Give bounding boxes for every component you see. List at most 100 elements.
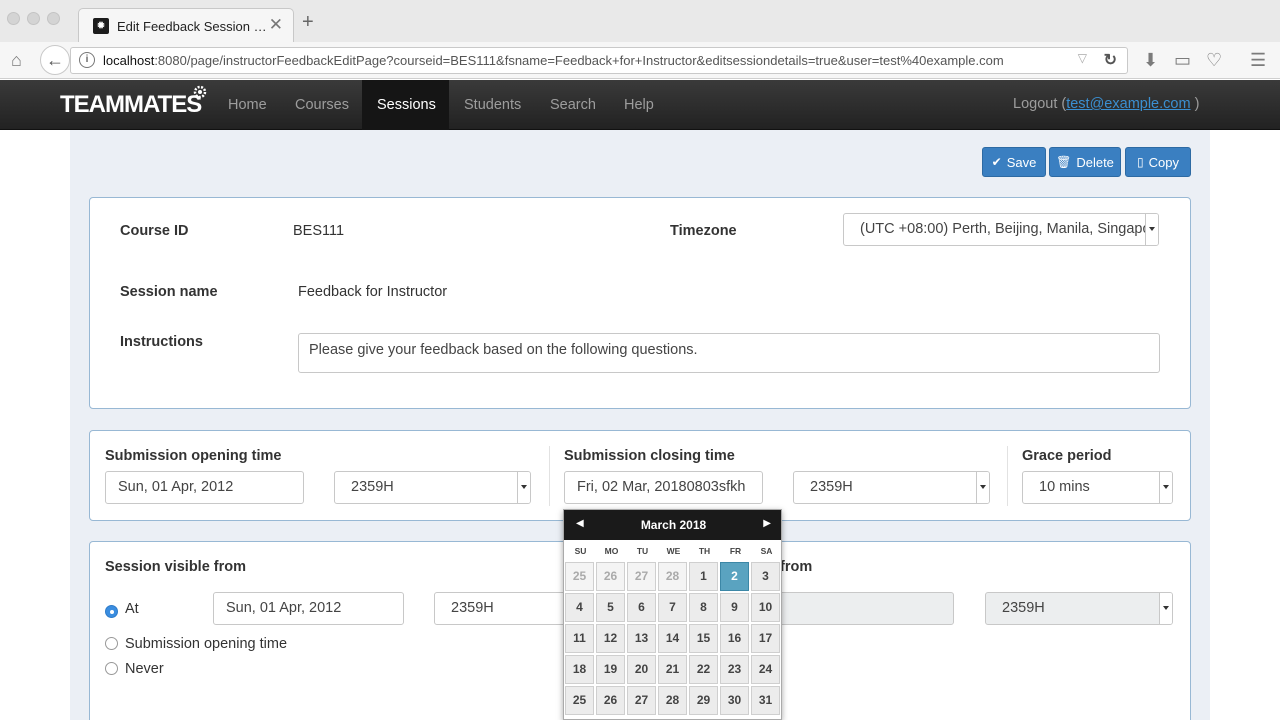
save-label: Save xyxy=(1006,154,1037,170)
datepicker-day[interactable]: 30 xyxy=(720,686,749,715)
opening-time-select[interactable]: 2359H xyxy=(334,471,531,504)
copy-button[interactable]: ▯ Copy xyxy=(1125,147,1191,177)
datepicker-day[interactable]: 4 xyxy=(565,593,594,622)
datepicker-day[interactable]: 29 xyxy=(689,686,718,715)
teammates-favicon-icon: ✹ xyxy=(93,18,109,34)
datepicker-day[interactable]: 15 xyxy=(689,624,718,653)
datepicker-day[interactable]: 16 xyxy=(720,624,749,653)
reload-icon[interactable]: ↻ xyxy=(1104,50,1117,70)
datepicker-day[interactable]: 27 xyxy=(627,562,656,591)
opening-time-value: 2359H xyxy=(351,479,394,495)
datepicker-header: ◀ March 2018 ▶ xyxy=(564,510,781,540)
logout-prefix: Logout ( xyxy=(1013,96,1067,112)
results-time-select: 2359H xyxy=(985,592,1173,625)
trash-icon: 🗑 xyxy=(1056,155,1072,169)
home-icon[interactable]: ⌂ xyxy=(11,50,22,70)
datepicker-day[interactable]: 25 xyxy=(565,562,594,591)
closing-time-select[interactable]: 2359H xyxy=(793,471,990,504)
datepicker-day[interactable]: 26 xyxy=(596,562,625,591)
datepicker-day[interactable]: 6 xyxy=(627,593,656,622)
back-icon[interactable]: ← xyxy=(40,45,70,75)
save-button[interactable]: ✔ Save xyxy=(982,147,1046,177)
visible-never-label: Never xyxy=(125,661,164,677)
visible-date-input[interactable]: Sun, 01 Apr, 2012 xyxy=(213,592,404,625)
delete-button[interactable]: 🗑 Delete xyxy=(1049,147,1121,177)
browser-tab-strip: ✹ Edit Feedback Session [Ins… ✕ + xyxy=(0,0,1280,43)
logout-suffix: ) xyxy=(1194,96,1200,112)
datepicker-day[interactable]: 3 xyxy=(751,562,780,591)
datepicker-day[interactable]: 2 xyxy=(720,562,749,591)
datepicker-day[interactable]: 8 xyxy=(689,593,718,622)
nav-search[interactable]: Search xyxy=(550,96,596,114)
user-email-link[interactable]: test@example.com xyxy=(1066,96,1190,112)
datepicker-day[interactable]: 20 xyxy=(627,655,656,684)
teammates-logo[interactable]: TEAMMATES xyxy=(60,91,202,119)
chevron-down-icon xyxy=(1159,593,1172,624)
nav-students[interactable]: Students xyxy=(464,96,521,114)
datepicker-day[interactable]: 21 xyxy=(658,655,687,684)
browser-toolbar: ⌂ ← i localhost:8080/page/instructorFeed… xyxy=(0,42,1280,79)
datepicker-day[interactable]: 28 xyxy=(658,686,687,715)
datepicker-day[interactable]: 25 xyxy=(565,686,594,715)
datepicker-day[interactable]: 10 xyxy=(751,593,780,622)
datepicker-day[interactable]: 22 xyxy=(689,655,718,684)
datepicker-day[interactable]: 27 xyxy=(627,686,656,715)
sidebar-icon[interactable]: ▭ xyxy=(1174,50,1191,70)
window-close-control[interactable] xyxy=(7,12,20,25)
datepicker-day[interactable]: 9 xyxy=(720,593,749,622)
visible-submission-opening-radio[interactable] xyxy=(105,637,118,650)
chevron-down-icon xyxy=(976,472,989,503)
address-bar[interactable]: i localhost:8080/page/instructorFeedback… xyxy=(70,47,1128,74)
datepicker-day[interactable]: 12 xyxy=(596,624,625,653)
datepicker-day[interactable]: 28 xyxy=(658,562,687,591)
closing-time-label: Submission closing time xyxy=(564,448,735,464)
visible-submission-opening-label: Submission opening time xyxy=(125,636,288,652)
nav-home[interactable]: Home xyxy=(228,96,267,114)
datepicker-day[interactable]: 26 xyxy=(596,686,625,715)
nav-help[interactable]: Help xyxy=(624,96,654,114)
url-text[interactable]: localhost:8080/page/instructorFeedbackEd… xyxy=(103,53,1004,68)
instructions-text: Please give your feedback based on the f… xyxy=(309,342,698,358)
datepicker-day[interactable]: 18 xyxy=(565,655,594,684)
next-month-icon[interactable]: ▶ xyxy=(763,518,771,529)
datepicker-day[interactable]: 31 xyxy=(751,686,780,715)
datepicker-day[interactable]: 13 xyxy=(627,624,656,653)
datepicker-day[interactable]: 23 xyxy=(720,655,749,684)
instructions-editor[interactable]: Please give your feedback based on the f… xyxy=(298,333,1160,373)
logout-link[interactable]: Logout (test@example.com ) xyxy=(1013,96,1199,112)
nav-courses[interactable]: Courses xyxy=(295,96,349,114)
info-icon[interactable]: i xyxy=(79,52,95,68)
download-icon[interactable]: ⬇ xyxy=(1143,50,1158,70)
datepicker-day[interactable]: 11 xyxy=(565,624,594,653)
datepicker-day[interactable]: 1 xyxy=(689,562,718,591)
url-dropdown-icon[interactable]: ▽ xyxy=(1078,51,1087,65)
copy-label: Copy xyxy=(1148,154,1179,170)
datepicker-day[interactable]: 14 xyxy=(658,624,687,653)
browser-tab[interactable]: ✹ Edit Feedback Session [Ins… ✕ xyxy=(78,8,294,43)
window-minimize-control[interactable] xyxy=(27,12,40,25)
visible-never-radio[interactable] xyxy=(105,662,118,675)
check-icon: ✔ xyxy=(991,155,1002,169)
datepicker-day[interactable]: 17 xyxy=(751,624,780,653)
datepicker-day[interactable]: 24 xyxy=(751,655,780,684)
menu-icon[interactable]: ☰ xyxy=(1250,50,1266,70)
tab-close-icon[interactable]: ✕ xyxy=(269,16,283,33)
opening-date-input[interactable]: Sun, 01 Apr, 2012 xyxy=(105,471,304,504)
tab-title: Edit Feedback Session [Ins… xyxy=(117,19,269,34)
weekday-header: FR xyxy=(729,546,742,556)
visible-at-radio[interactable] xyxy=(105,605,118,618)
instructions-label: Instructions xyxy=(120,334,203,350)
grace-period-select[interactable]: 10 mins xyxy=(1022,471,1173,504)
divider xyxy=(1007,446,1008,506)
closing-date-input[interactable]: Fri, 02 Mar, 20180803sfkh xyxy=(564,471,763,504)
visible-time-select[interactable]: 2359H xyxy=(434,592,574,625)
window-zoom-control[interactable] xyxy=(47,12,60,25)
new-tab-icon[interactable]: + xyxy=(302,12,314,32)
pocket-icon[interactable]: ♡ xyxy=(1206,50,1222,70)
nav-sessions[interactable]: Sessions xyxy=(377,96,436,114)
datepicker-day[interactable]: 7 xyxy=(658,593,687,622)
session-visible-label: Session visible from xyxy=(105,559,247,575)
datepicker-day[interactable]: 5 xyxy=(596,593,625,622)
timezone-select[interactable]: (UTC +08:00) Perth, Beijing, Manila, Sin… xyxy=(843,213,1159,246)
datepicker-day[interactable]: 19 xyxy=(596,655,625,684)
